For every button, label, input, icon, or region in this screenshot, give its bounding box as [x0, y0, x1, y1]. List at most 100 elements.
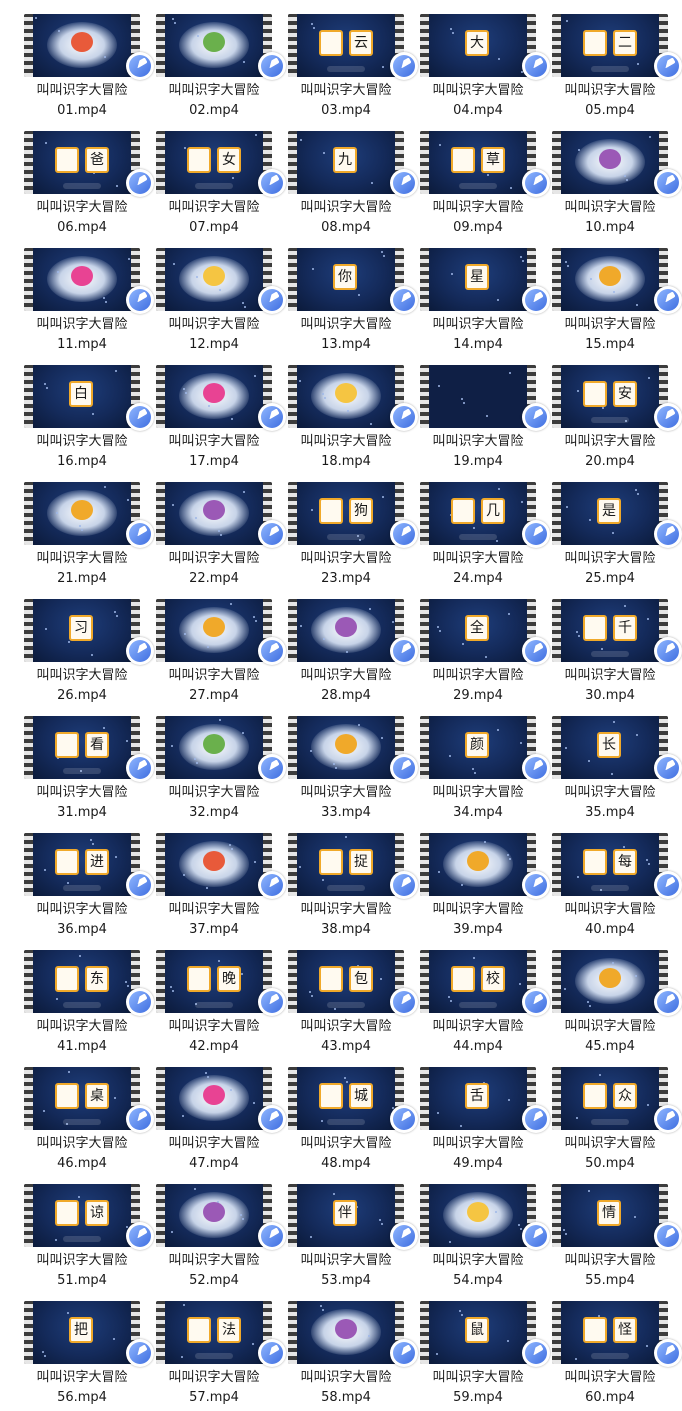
- video-file-item[interactable]: 叫叫识字大冒险 28.mp4: [280, 587, 418, 704]
- film-strip-left: [288, 950, 297, 1013]
- video-file-item[interactable]: 叫叫识字大冒险 32.mp4: [148, 704, 286, 821]
- video-file-item[interactable]: 叫叫识字大冒险 52.mp4: [148, 1172, 286, 1289]
- caption-bar: [591, 1353, 629, 1359]
- video-file-item[interactable]: 叫叫识字大冒险 02.mp4: [148, 2, 286, 119]
- video-file-item[interactable]: 伴叫叫识字大冒险 53.mp4: [280, 1172, 418, 1289]
- video-file-item[interactable]: 谅叫叫识字大冒险 51.mp4: [16, 1172, 154, 1289]
- file-name-prefix: 叫叫识字大冒险: [432, 902, 524, 917]
- file-name-label: 叫叫识字大冒险 60.mp4: [544, 1368, 676, 1408]
- video-file-item[interactable]: 把叫叫识字大冒险 56.mp4: [16, 1289, 154, 1406]
- video-file-item[interactable]: 校叫叫识字大冒险 44.mp4: [412, 938, 550, 1055]
- video-thumbnail: 云: [288, 14, 404, 77]
- video-file-item[interactable]: 草叫叫识字大冒险 09.mp4: [412, 119, 550, 236]
- video-file-item[interactable]: 鼠叫叫识字大冒险 59.mp4: [412, 1289, 550, 1406]
- caption-bar: [63, 768, 101, 774]
- video-file-item[interactable]: 怪叫叫识字大冒险 60.mp4: [544, 1289, 682, 1408]
- illustration-icon: [335, 617, 357, 637]
- video-file-item[interactable]: 长叫叫识字大冒险 35.mp4: [544, 704, 682, 821]
- video-file-item[interactable]: 众叫叫识字大冒险 50.mp4: [544, 1055, 682, 1172]
- video-file-item[interactable]: 千叫叫识字大冒险 30.mp4: [544, 587, 682, 704]
- video-file-item[interactable]: 叫叫识字大冒险 18.mp4: [280, 353, 418, 470]
- video-file-item[interactable]: 习叫叫识字大冒险 26.mp4: [16, 587, 154, 704]
- star-icon: [126, 740, 128, 742]
- video-file-item[interactable]: 云叫叫识字大冒险 03.mp4: [280, 2, 418, 119]
- video-file-item[interactable]: 叫叫识字大冒险 11.mp4: [16, 236, 154, 353]
- video-file-item[interactable]: 狗叫叫识字大冒险 23.mp4: [280, 470, 418, 587]
- star-icon: [243, 61, 245, 63]
- picture-card: [55, 1083, 79, 1109]
- star-icon: [449, 1241, 451, 1243]
- video-file-item[interactable]: 桌叫叫识字大冒险 46.mp4: [16, 1055, 154, 1172]
- video-file-item[interactable]: 爸叫叫识字大冒险 06.mp4: [16, 119, 154, 236]
- film-strip-left: [156, 599, 165, 662]
- video-file-item[interactable]: 叫叫识字大冒险 01.mp4: [16, 2, 154, 119]
- caption-bar: [327, 1002, 365, 1008]
- video-file-item[interactable]: 白叫叫识字大冒险 16.mp4: [16, 353, 154, 470]
- star-icon: [612, 962, 614, 964]
- star-icon: [253, 1102, 255, 1104]
- play-circle-icon: [654, 637, 682, 665]
- video-file-item[interactable]: 叫叫识字大冒险 19.mp4: [412, 353, 550, 470]
- character-card: 女: [217, 147, 241, 173]
- video-file-item[interactable]: 叫叫识字大冒险 39.mp4: [412, 821, 550, 938]
- character-card: 鼠: [465, 1317, 489, 1343]
- star-icon: [244, 306, 246, 308]
- star-icon: [648, 377, 650, 379]
- video-file-item[interactable]: 捉叫叫识字大冒险 38.mp4: [280, 821, 418, 938]
- star-icon: [46, 387, 48, 389]
- star-icon: [182, 1115, 184, 1117]
- film-strip-left: [552, 1301, 561, 1364]
- video-file-item[interactable]: 进叫叫识字大冒险 36.mp4: [16, 821, 154, 938]
- video-file-item[interactable]: 叫叫识字大冒险 15.mp4: [544, 236, 682, 353]
- file-name-ext: 15.mp4: [585, 337, 635, 352]
- play-circle-icon: [654, 754, 682, 782]
- video-file-item[interactable]: 每叫叫识字大冒险 40.mp4: [544, 821, 682, 938]
- file-name-label: 叫叫识字大冒险 31.mp4: [16, 783, 148, 823]
- video-file-item[interactable]: 几叫叫识字大冒险 24.mp4: [412, 470, 550, 587]
- character-card: 安: [613, 381, 637, 407]
- video-file-item[interactable]: 是叫叫识字大冒险 25.mp4: [544, 470, 682, 587]
- video-file-item[interactable]: 城叫叫识字大冒险 48.mp4: [280, 1055, 418, 1172]
- video-file-item[interactable]: 情叫叫识字大冒险 55.mp4: [544, 1172, 682, 1289]
- video-thumbnail: [552, 950, 668, 1013]
- video-file-item[interactable]: 包叫叫识字大冒险 43.mp4: [280, 938, 418, 1055]
- character-card: 二: [613, 30, 637, 56]
- video-file-item[interactable]: 叫叫识字大冒险 33.mp4: [280, 704, 418, 821]
- thumbnail-scene: [429, 1184, 527, 1247]
- video-file-item[interactable]: 叫叫识字大冒险 37.mp4: [148, 821, 286, 938]
- video-file-item[interactable]: 九叫叫识字大冒险 08.mp4: [280, 119, 418, 236]
- file-name-prefix: 叫叫识字大冒险: [564, 785, 656, 800]
- video-file-item[interactable]: 叫叫识字大冒险 12.mp4: [148, 236, 286, 353]
- thumbnail-scene: 女: [165, 131, 263, 194]
- video-file-item[interactable]: 大叫叫识字大冒险 04.mp4: [412, 2, 550, 119]
- picture-card: [583, 615, 607, 641]
- video-file-item[interactable]: 叫叫识字大冒险 47.mp4: [148, 1055, 286, 1172]
- file-name-prefix: 叫叫识字大冒险: [168, 83, 260, 98]
- video-file-item[interactable]: 女叫叫识字大冒险 07.mp4: [148, 119, 286, 236]
- character-card: 狗: [349, 498, 373, 524]
- video-file-item[interactable]: 叫叫识字大冒险 58.mp4: [280, 1289, 418, 1406]
- video-file-item[interactable]: 看叫叫识字大冒险 31.mp4: [16, 704, 154, 823]
- video-file-item[interactable]: 叫叫识字大冒险 17.mp4: [148, 353, 286, 470]
- video-file-item[interactable]: 全叫叫识字大冒险 29.mp4: [412, 587, 550, 704]
- video-file-item[interactable]: 法叫叫识字大冒险 57.mp4: [148, 1289, 286, 1406]
- video-file-item[interactable]: 东叫叫识字大冒险 41.mp4: [16, 938, 154, 1055]
- star-icon: [207, 646, 209, 648]
- video-file-item[interactable]: 舌叫叫识字大冒险 49.mp4: [412, 1055, 550, 1172]
- video-file-item[interactable]: 你叫叫识字大冒险 13.mp4: [280, 236, 418, 353]
- video-file-item[interactable]: 叫叫识字大冒险 27.mp4: [148, 587, 286, 704]
- character-card: 千: [613, 615, 637, 641]
- video-file-item[interactable]: 晚叫叫识字大冒险 42.mp4: [148, 938, 286, 1055]
- video-thumbnail: [420, 833, 536, 896]
- video-file-item[interactable]: 颜叫叫识字大冒险 34.mp4: [412, 704, 550, 821]
- video-file-item[interactable]: 二叫叫识字大冒险 05.mp4: [544, 2, 682, 119]
- video-file-item[interactable]: 叫叫识字大冒险 10.mp4: [544, 119, 682, 236]
- file-name-prefix: 叫叫识字大冒险: [300, 668, 392, 683]
- video-file-item[interactable]: 叫叫识字大冒险 22.mp4: [148, 470, 286, 587]
- video-file-item[interactable]: 叫叫识字大冒险 21.mp4: [16, 470, 154, 587]
- video-file-item[interactable]: 叫叫识字大冒险 45.mp4: [544, 938, 682, 1055]
- star-icon: [509, 858, 511, 860]
- video-file-item[interactable]: 安叫叫识字大冒险 20.mp4: [544, 353, 682, 470]
- video-file-item[interactable]: 星叫叫识字大冒险 14.mp4: [412, 236, 550, 353]
- video-file-item[interactable]: 叫叫识字大冒险 54.mp4: [412, 1172, 550, 1289]
